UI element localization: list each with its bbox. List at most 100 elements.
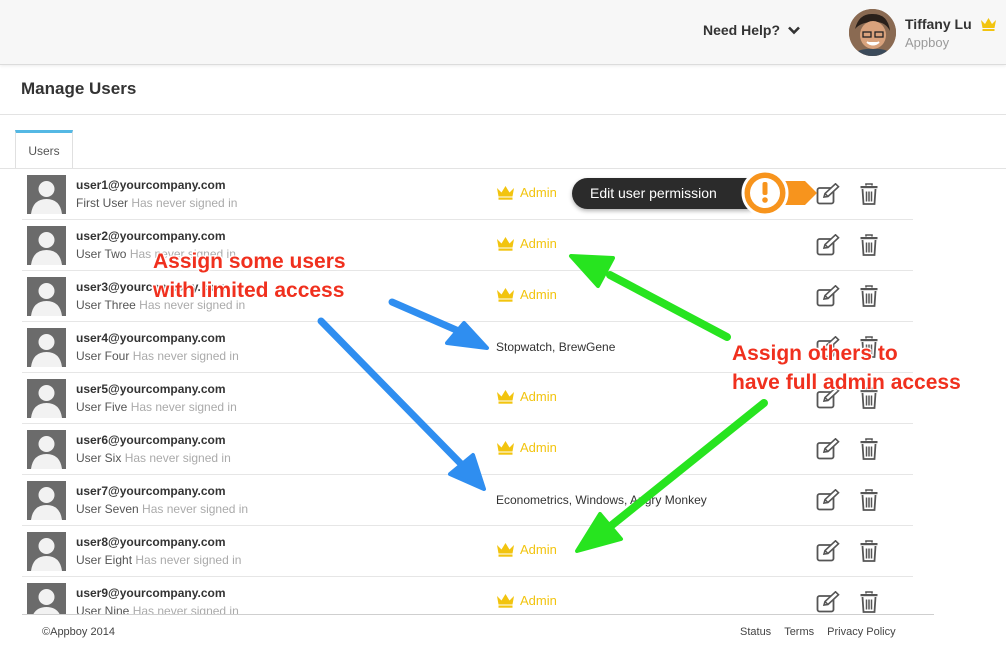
footer-divider: [22, 614, 934, 615]
permission-label: Admin: [520, 542, 557, 557]
user-permission: Admin: [496, 593, 557, 608]
permission-label: Econometrics, Windows, Angry Monkey: [496, 493, 707, 507]
permission-label: Admin: [520, 389, 557, 404]
user-silhouette-icon: [27, 379, 66, 418]
trash-icon[interactable]: [860, 591, 878, 613]
trash-icon[interactable]: [860, 234, 878, 256]
sign-in-status: Has never signed in: [130, 400, 237, 414]
edit-icon[interactable]: [816, 183, 840, 205]
edit-icon[interactable]: [816, 540, 840, 562]
edit-icon[interactable]: [816, 234, 840, 256]
user-row: user7@yourcompany.com User Seven Has nev…: [22, 475, 913, 526]
trash-icon[interactable]: [860, 540, 878, 562]
callout-limited-access: Assign some users with limited access: [153, 247, 346, 305]
trash-icon[interactable]: [860, 285, 878, 307]
user-email: user6@yourcompany.com: [76, 433, 226, 447]
crown-icon: [497, 441, 514, 455]
user-display-name: User Seven: [76, 502, 139, 516]
user-name-status: User Nine Has never signed in: [76, 604, 239, 614]
need-help-label: Need Help?: [703, 22, 781, 38]
copyright: ©Appboy 2014: [42, 626, 115, 638]
privacy-policy-link[interactable]: Privacy Policy: [827, 626, 895, 638]
user-display-name: User Five: [76, 400, 128, 414]
user-name-status: First User Has never signed in: [76, 196, 237, 210]
tooltip-text: Edit user permission: [590, 185, 717, 201]
avatar[interactable]: [849, 9, 896, 56]
user-permission: Admin: [496, 440, 557, 455]
user-email: user4@yourcompany.com: [76, 331, 226, 345]
user-silhouette-icon: [27, 481, 66, 520]
user-email: user5@yourcompany.com: [76, 382, 226, 396]
trash-icon[interactable]: [860, 438, 878, 460]
sign-in-status: Has never signed in: [135, 553, 242, 567]
user-name-status: User Four Has never signed in: [76, 349, 239, 363]
top-bar: Need Help? Tiffany Lu Appboy: [0, 0, 1006, 65]
user-display-name: User Eight: [76, 553, 133, 567]
user-name-status: User Six Has never signed in: [76, 451, 231, 465]
callout-line: Assign some users: [153, 250, 346, 273]
user-name: Tiffany Lu: [905, 16, 972, 32]
terms-link[interactable]: Terms: [784, 626, 814, 638]
divider: [0, 114, 1006, 115]
user-row: user1@yourcompany.com First User Has nev…: [22, 169, 913, 220]
trash-icon[interactable]: [860, 183, 878, 205]
sign-in-status: Has never signed in: [132, 349, 239, 363]
page-title: Manage Users: [21, 79, 137, 98]
permission-label: Admin: [520, 185, 557, 200]
edit-icon[interactable]: [816, 591, 840, 613]
sign-in-status: Has never signed in: [131, 196, 238, 210]
company-name: Appboy: [905, 35, 950, 50]
user-display-name: User Nine: [76, 604, 130, 614]
user-name-status: User Five Has never signed in: [76, 400, 237, 414]
edit-icon[interactable]: [816, 285, 840, 307]
user-email: user1@yourcompany.com: [76, 178, 226, 192]
user-name-status: User Eight Has never signed in: [76, 553, 241, 567]
status-link[interactable]: Status: [740, 626, 771, 638]
crown-icon: [497, 288, 514, 302]
edit-icon[interactable]: [816, 489, 840, 511]
permission-label: Admin: [520, 236, 557, 251]
trash-icon[interactable]: [860, 489, 878, 511]
user-silhouette-icon: [27, 328, 66, 367]
user-email: user8@yourcompany.com: [76, 535, 226, 549]
callout-admin-access: Assign others to have full admin access: [732, 339, 961, 397]
user-permission: Admin: [496, 185, 557, 200]
user-silhouette-icon: [27, 532, 66, 571]
sign-in-status: Has never signed in: [132, 604, 239, 614]
crown-icon: [497, 594, 514, 608]
user-display-name: First User: [76, 196, 128, 210]
chevron-down-icon: [788, 26, 800, 34]
crown-icon: [497, 237, 514, 251]
permission-label: Stopwatch, BrewGene: [496, 340, 616, 354]
user-email: user7@yourcompany.com: [76, 484, 226, 498]
user-display-name: User Four: [76, 349, 130, 363]
need-help-menu[interactable]: Need Help?: [703, 22, 800, 38]
footer-links: Status Terms Privacy Policy: [740, 626, 896, 638]
user-silhouette-icon: [27, 277, 66, 316]
permission-label: Admin: [520, 593, 557, 608]
callout-line: Assign others to: [732, 342, 898, 365]
user-silhouette-icon: [27, 583, 66, 614]
user-permission: Econometrics, Windows, Angry Monkey: [496, 493, 707, 507]
sign-in-status: Has never signed in: [124, 451, 231, 465]
user-row: user8@yourcompany.com User Eight Has nev…: [22, 526, 913, 577]
user-display-name: User Six: [76, 451, 122, 465]
sign-in-status: Has never signed in: [142, 502, 249, 516]
crown-icon: [497, 390, 514, 404]
tab-users[interactable]: Users: [15, 130, 73, 169]
user-email: user2@yourcompany.com: [76, 229, 226, 243]
callout-line: with limited access: [153, 279, 345, 302]
user-silhouette-icon: [27, 430, 66, 469]
crown-icon: [497, 543, 514, 557]
edit-icon[interactable]: [816, 438, 840, 460]
user-display-name: User Three: [76, 298, 136, 312]
user-permission: Admin: [496, 236, 557, 251]
user-display-name: User Two: [76, 247, 127, 261]
permission-label: Admin: [520, 440, 557, 455]
user-silhouette-icon: [27, 226, 66, 265]
edit-permission-tooltip: Edit user permission: [572, 178, 762, 209]
crown-icon: [981, 18, 996, 31]
user-email: user9@yourcompany.com: [76, 586, 226, 600]
permission-label: Admin: [520, 287, 557, 302]
user-permission: Admin: [496, 287, 557, 302]
